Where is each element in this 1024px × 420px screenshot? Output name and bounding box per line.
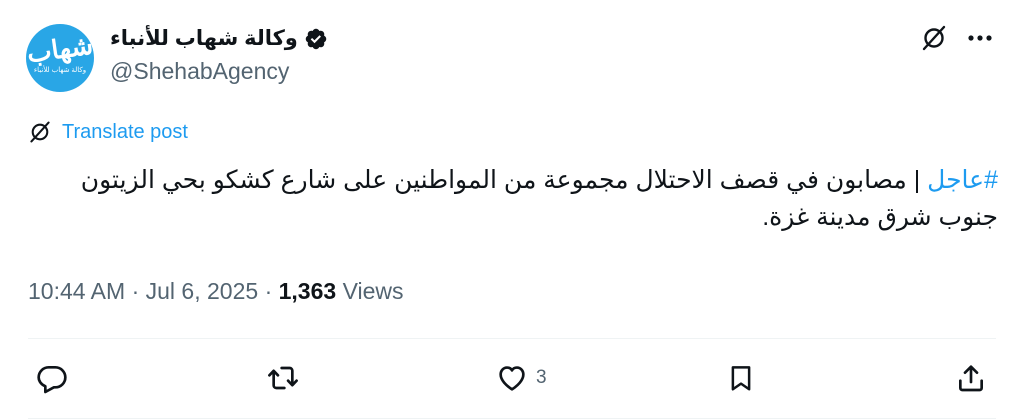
post-text: #عاجل | مصابون في قصف الاحتلال مجموعة من…: [28, 162, 998, 236]
like-button[interactable]: 3: [496, 362, 547, 394]
like-count: 3: [536, 367, 547, 388]
author-handle[interactable]: @ShehabAgency: [110, 58, 289, 85]
avatar[interactable]: شهاب وكالة شهاب للأنباء: [26, 24, 94, 92]
share-icon: [959, 365, 983, 392]
translate-post-label: Translate post: [62, 120, 188, 143]
verified-badge-icon: [305, 28, 327, 49]
heart-icon: [499, 366, 525, 391]
post-meta: 10:44 AM · Jul 6, 2025 · 1,363 Views: [28, 278, 404, 305]
repost-button[interactable]: [266, 362, 300, 394]
views-count: 1,363: [278, 278, 337, 304]
display-name-text: وكالة شهاب للأنباء: [110, 27, 298, 50]
action-bar: 3: [0, 362, 1024, 398]
avatar-logo-subtext: وكالة شهاب للأنباء: [33, 67, 87, 74]
share-button[interactable]: [955, 362, 987, 394]
slash-circle-icon: [30, 121, 50, 143]
more-horizontal-icon[interactable]: [966, 24, 994, 52]
divider: [28, 338, 996, 339]
slash-circle-icon[interactable]: [920, 24, 948, 52]
post-time[interactable]: 10:44 AM: [28, 278, 125, 304]
post-body-text: | مصابون في قصف الاحتلال مجموعة من الموا…: [80, 166, 998, 231]
hashtag-link[interactable]: #عاجل: [927, 166, 998, 194]
bookmark-icon: [731, 366, 751, 391]
tweet-card: شهاب وكالة شهاب للأنباء وكالة شهاب للأنب…: [0, 0, 1024, 420]
repost-icon: [268, 366, 298, 390]
meta-separator: ·: [131, 278, 140, 304]
display-name[interactable]: وكالة شهاب للأنباء: [110, 26, 328, 51]
reply-button[interactable]: [36, 362, 68, 394]
views-label: Views: [342, 278, 404, 304]
avatar-logo-text: شهاب: [26, 30, 94, 70]
translate-post-link[interactable]: Translate post: [28, 120, 188, 144]
divider: [28, 418, 996, 419]
post-date[interactable]: Jul 6, 2025: [146, 278, 259, 304]
reply-icon: [37, 366, 67, 394]
meta-separator: ·: [264, 278, 273, 304]
top-actions: [920, 24, 994, 52]
bookmark-button[interactable]: [726, 362, 756, 394]
